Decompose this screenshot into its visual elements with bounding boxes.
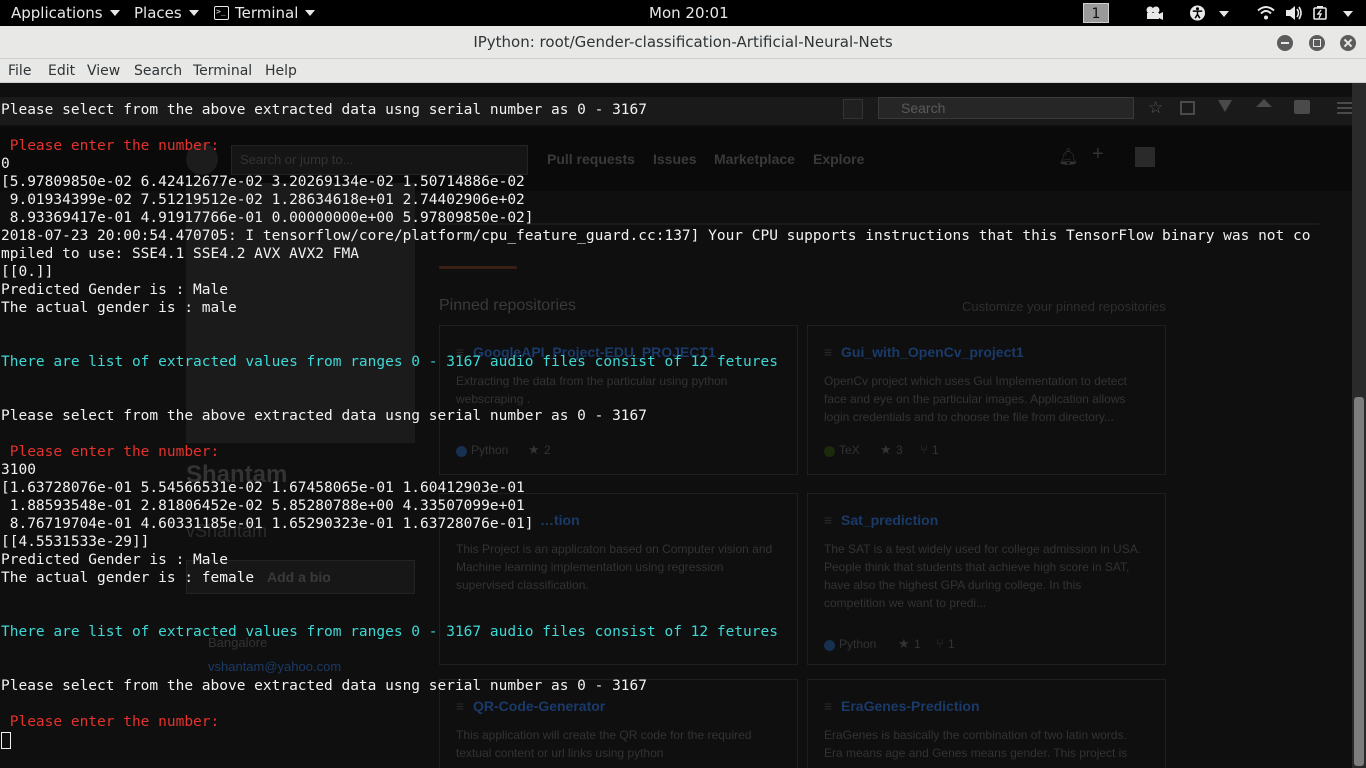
menu-search[interactable]: Search bbox=[134, 59, 182, 83]
terminal-app-label: Terminal bbox=[235, 4, 299, 22]
terminal-line: 9.01934399e-02 7.51219512e-02 1.28634618… bbox=[1, 192, 525, 208]
terminal-app-menu[interactable]: >_ Terminal bbox=[214, 0, 316, 26]
menu-help[interactable]: Help bbox=[265, 59, 297, 83]
terminal-area[interactable]: Search ☆ Search or jump to... Pull reque… bbox=[0, 83, 1352, 768]
terminal-icon: >_ bbox=[214, 5, 229, 20]
chevron-down-icon bbox=[109, 9, 120, 16]
terminal-line: [5.97809850e-02 6.42412677e-02 3.2026913… bbox=[1, 174, 525, 190]
chevron-down-icon bbox=[305, 9, 316, 16]
terminal-line: Please select from the above extracted d… bbox=[1, 678, 648, 694]
terminal-line: 0 bbox=[1, 156, 10, 172]
terminal-prompt-line bbox=[1, 731, 1351, 749]
applications-menu[interactable]: Applications bbox=[11, 0, 120, 26]
scrollbar-thumb[interactable] bbox=[1354, 397, 1364, 766]
battery-icon[interactable] bbox=[1313, 5, 1331, 21]
terminal-line: mpiled to use: SSE4.1 SSE4.2 AVX AVX2 FM… bbox=[1, 246, 359, 262]
menu-edit[interactable]: Edit bbox=[48, 59, 75, 83]
chevron-down-icon[interactable] bbox=[1343, 11, 1353, 17]
chevron-down-icon[interactable] bbox=[1219, 11, 1229, 17]
menu-view[interactable]: View bbox=[87, 59, 120, 83]
wifi-icon[interactable] bbox=[1257, 5, 1275, 21]
terminal-line: [[4.5531533e-29]] bbox=[1, 534, 150, 550]
terminal-output: Please select from the above extracted d… bbox=[1, 101, 1351, 749]
video-icon[interactable] bbox=[1145, 5, 1163, 21]
terminal-line: Please select from the above extracted d… bbox=[1, 102, 648, 118]
terminal-line: Please enter the number: bbox=[1, 444, 220, 460]
places-label: Places bbox=[134, 4, 182, 22]
terminal-scrollbar[interactable] bbox=[1352, 83, 1366, 768]
window-titlebar[interactable]: IPython: root/Gender-classification-Arti… bbox=[0, 26, 1366, 59]
terminal-line: Predicted Gender is : Male bbox=[1, 282, 228, 298]
terminal-line: There are list of extracted values from … bbox=[1, 624, 778, 640]
terminal-line: [1.63728076e-01 5.54566531e-02 1.6745806… bbox=[1, 480, 525, 496]
menu-terminal[interactable]: Terminal bbox=[193, 59, 252, 83]
menu-bar: File Edit View Search Terminal Help bbox=[0, 59, 1366, 83]
terminal-line: Please enter the number: bbox=[1, 138, 220, 154]
menu-file[interactable]: File bbox=[8, 59, 31, 83]
terminal-line: 3100 bbox=[1, 462, 36, 478]
terminal-line: 2018-07-23 20:00:54.470705: I tensorflow… bbox=[1, 228, 1311, 244]
terminal-line: 1.88593548e-01 2.81806452e-02 5.85280788… bbox=[1, 498, 525, 514]
terminal-line: Predicted Gender is : Male bbox=[1, 552, 228, 568]
terminal-line: The actual gender is : female bbox=[1, 570, 255, 586]
terminal-line: [[0.]] bbox=[1, 264, 54, 280]
text-cursor[interactable] bbox=[1, 732, 11, 749]
chevron-down-icon bbox=[188, 9, 199, 16]
window-title: IPython: root/Gender-classification-Arti… bbox=[473, 33, 893, 51]
accessibility-icon[interactable] bbox=[1189, 5, 1206, 21]
terminal-line: There are list of extracted values from … bbox=[1, 354, 778, 370]
workspace-indicator[interactable]: 1 bbox=[1083, 3, 1109, 23]
places-menu[interactable]: Places bbox=[134, 0, 199, 26]
terminal-line: Please select from the above extracted d… bbox=[1, 408, 648, 424]
maximize-button[interactable] bbox=[1309, 35, 1325, 51]
terminal-line: The actual gender is : male bbox=[1, 300, 237, 316]
minimize-button[interactable] bbox=[1277, 35, 1293, 51]
applications-label: Applications bbox=[11, 4, 103, 22]
volume-icon[interactable] bbox=[1285, 5, 1303, 21]
terminal-line: 8.76719704e-01 4.60331185e-01 1.65290323… bbox=[1, 516, 534, 532]
top-panel: Applications Places >_ Terminal Mon 20:01… bbox=[0, 0, 1366, 26]
close-button[interactable] bbox=[1340, 35, 1356, 51]
clock[interactable]: Mon 20:01 bbox=[649, 0, 729, 26]
terminal-line: 8.93369417e-01 4.91917766e-01 0.00000000… bbox=[1, 210, 534, 226]
terminal-line: Please enter the number: bbox=[1, 714, 220, 730]
